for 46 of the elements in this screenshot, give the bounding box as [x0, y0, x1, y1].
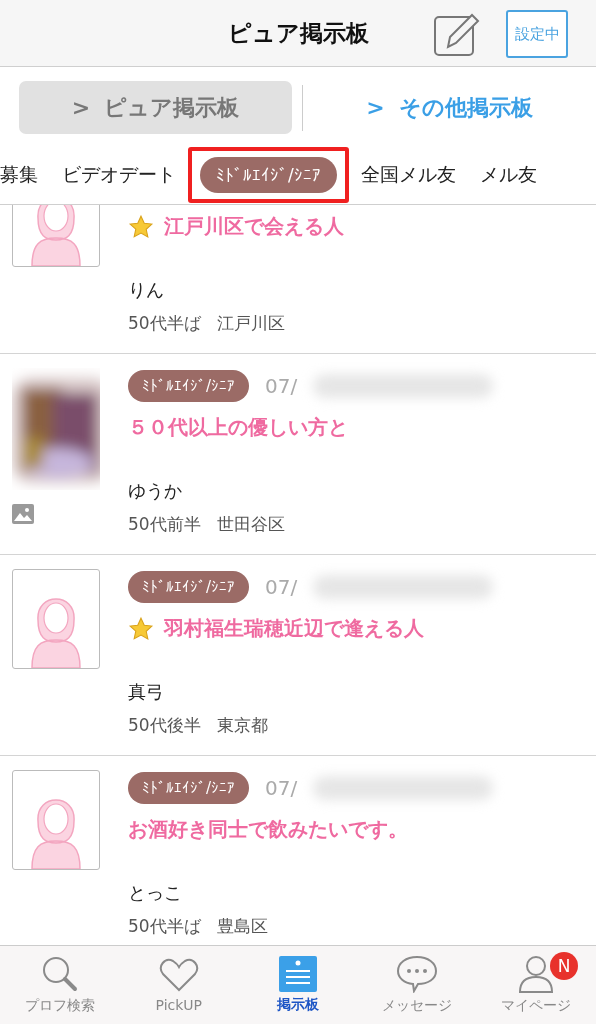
category-tab[interactable]: ﾐﾄﾞﾙｴｲｼﾞ/ｼﾆｱ — [200, 157, 337, 193]
star-icon — [128, 213, 154, 240]
star-icon — [128, 615, 154, 642]
board-switch-button[interactable]: > ピュア掲示板 — [19, 81, 292, 134]
tab-bar-item[interactable]: 掲示板 — [238, 946, 358, 1024]
post-row[interactable]: ﾐﾄﾞﾙｴｲｼﾞ/ｼﾆｱ 07/ 羽村福生瑞穂近辺で逢える人 真弓 50代後半 東京都 — [0, 555, 596, 756]
user-age: 50代半ば — [128, 312, 201, 335]
tab-bar-item[interactable]: メッセージ — [357, 946, 477, 1024]
search-icon — [40, 955, 79, 993]
category-tab[interactable]: メル友 — [479, 162, 537, 188]
pencil-edit-icon[interactable] — [434, 11, 480, 57]
user-area: 東京都 — [216, 714, 268, 737]
notification-badge: N — [550, 952, 578, 980]
user-age: 50代前半 — [128, 513, 201, 536]
user-name: 真弓 — [128, 680, 165, 704]
post-title: 羽村福生瑞穂近辺で逢える人 — [164, 615, 424, 642]
speech-bubble-icon — [396, 955, 439, 993]
person-icon — [518, 955, 555, 993]
post-date: 07/ — [265, 374, 298, 398]
user-age: 50代後半 — [128, 714, 201, 737]
post-date: 07/ — [265, 575, 298, 599]
image-icon — [12, 504, 34, 524]
category-tab[interactable]: 募集 — [0, 162, 38, 188]
category-tag: ﾐﾄﾞﾙｴｲｼﾞ/ｼﾆｱ — [128, 772, 250, 804]
category-tab[interactable]: ビデオデート — [62, 162, 176, 188]
post-date: 07/ — [265, 776, 298, 800]
user-name: ゆうか — [128, 479, 183, 503]
post-row[interactable]: 江戸川区で会える人 りん 50代半ば 江戸川区 — [0, 205, 596, 354]
user-area: 江戸川区 — [216, 312, 285, 335]
tab-bar-item[interactable]: プロフ検索 — [0, 946, 120, 1024]
category-tab[interactable]: 全国メル友 — [360, 162, 456, 188]
post-row[interactable]: ﾐﾄﾞﾙｴｲｼﾞ/ｼﾆｱ 07/ ５０代以上の優しい方と ゆうか 50代前半 世田谷区 — [0, 354, 596, 555]
user-name: りん — [128, 278, 165, 302]
tab-bar-item[interactable]: PickUP — [119, 946, 239, 1024]
category-tag: ﾐﾄﾞﾙｴｲｼﾞ/ｼﾆｱ — [128, 370, 250, 402]
page-title: ピュア掲示板 — [227, 18, 369, 48]
user-name: とっこ — [128, 881, 183, 905]
post-title: お酒好き同士で飲みたいです。 — [128, 816, 408, 843]
heart-icon — [158, 957, 199, 993]
user-area: 豊島区 — [216, 915, 268, 938]
post-title: ５０代以上の優しい方と — [128, 414, 348, 441]
user-age: 50代半ば — [128, 915, 201, 938]
post-title: 江戸川区で会える人 — [164, 213, 344, 240]
category-tag: ﾐﾄﾞﾙｴｲｼﾞ/ｼﾆｱ — [128, 571, 250, 603]
user-area: 世田谷区 — [216, 513, 285, 536]
bulletin-board-icon — [279, 956, 317, 992]
